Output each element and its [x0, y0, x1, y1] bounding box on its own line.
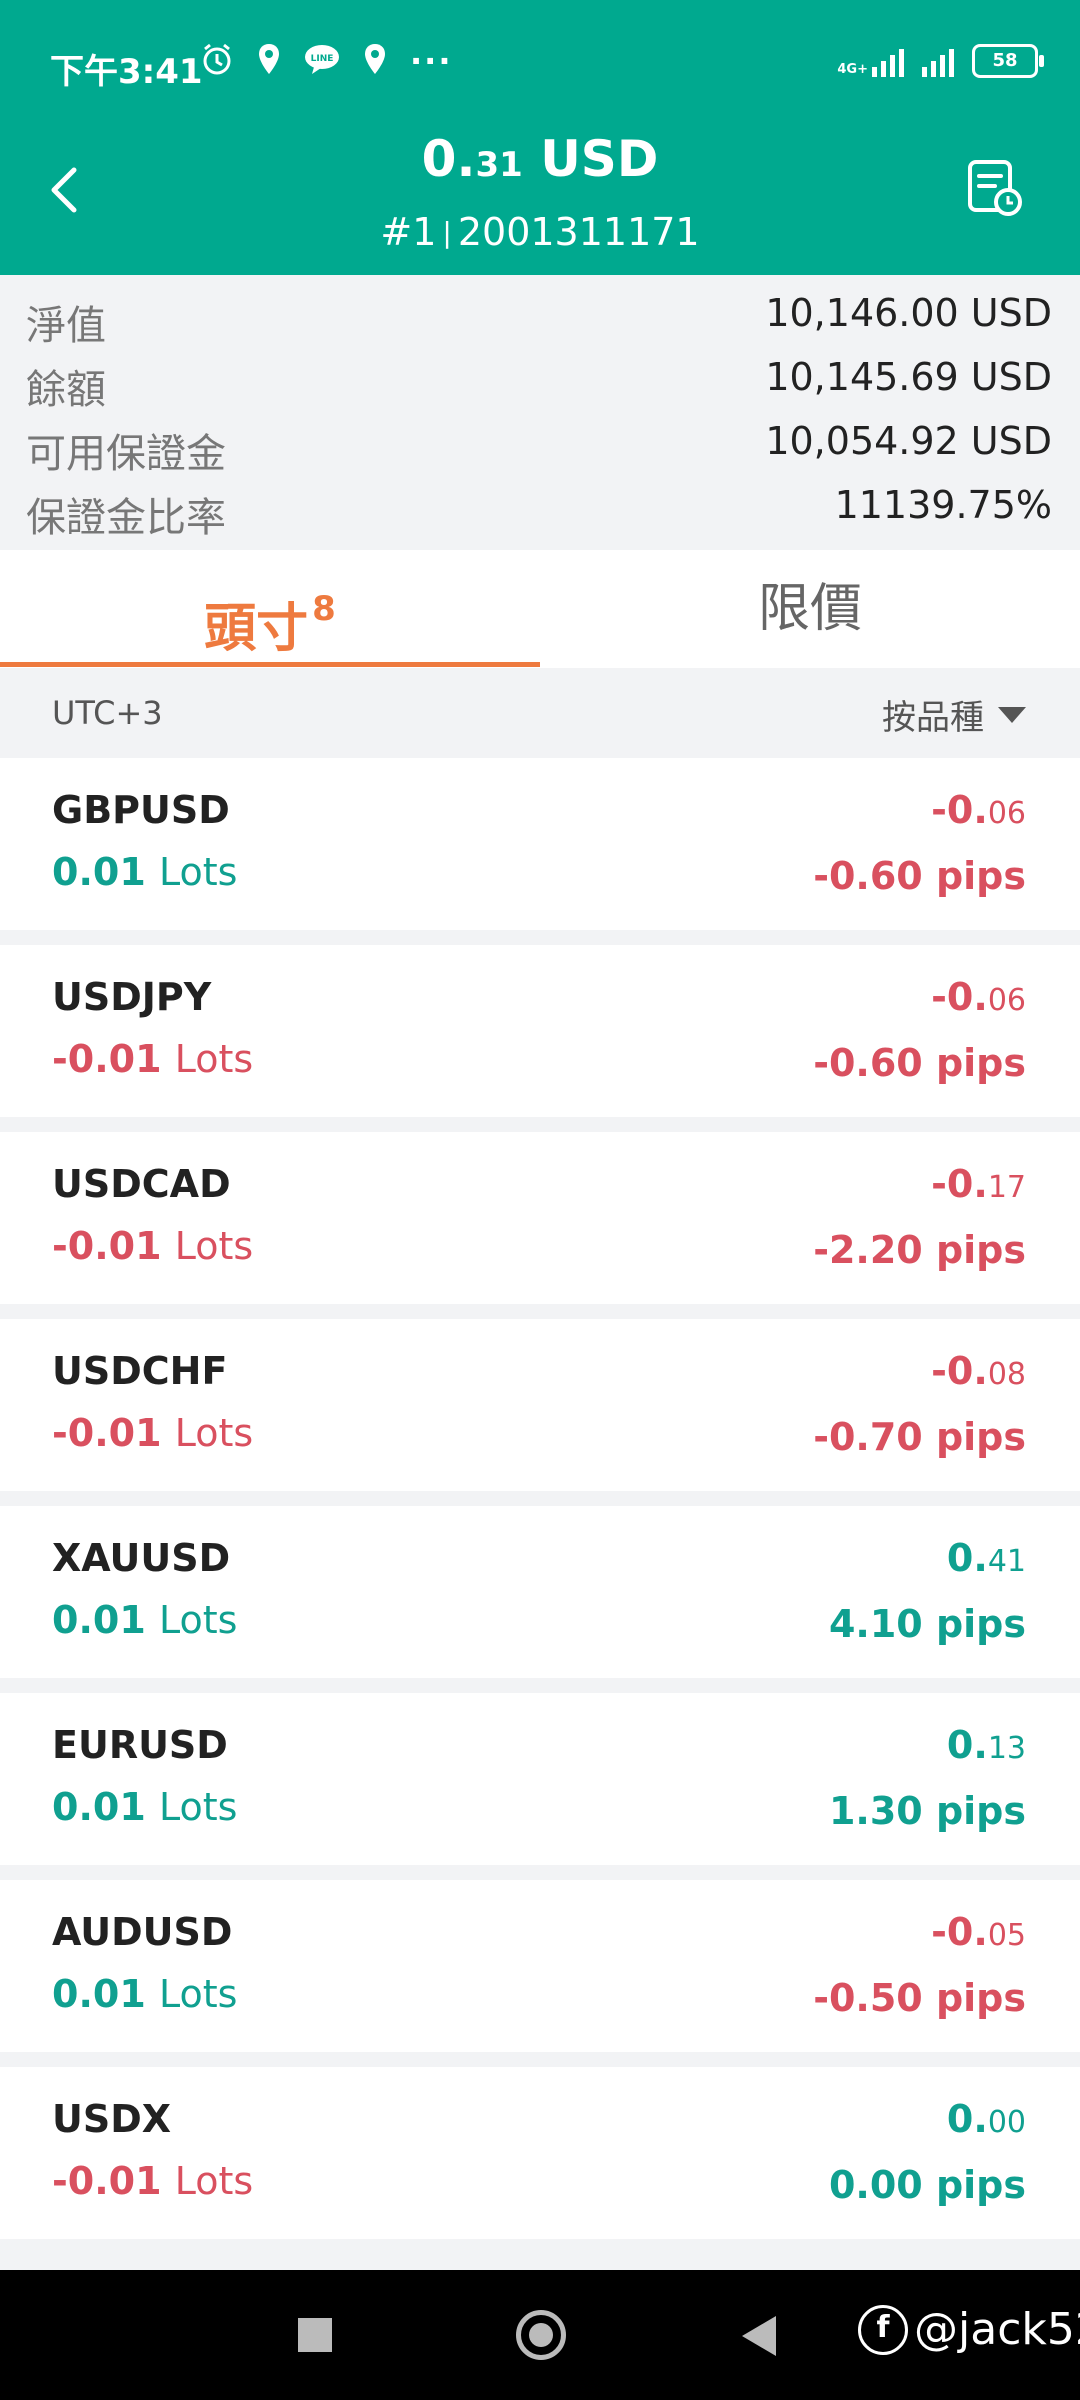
- tab-label: 限價: [757, 579, 862, 639]
- sort-dropdown[interactable]: 按品種: [882, 690, 1026, 739]
- facebook-icon: f: [858, 2304, 908, 2355]
- position-profit: 0.00: [946, 2097, 1026, 2141]
- tab-bar: 頭寸 8 限價: [0, 550, 1080, 668]
- position-lots: 0.01 Lots: [52, 1972, 238, 2016]
- position-lots: -0.01 Lots: [52, 1224, 254, 1268]
- position-row[interactable]: USDCAD -0.01 Lots -0.17 -2.20 pips: [0, 1132, 1080, 1304]
- position-lots: 0.01 Lots: [52, 850, 238, 894]
- tab-positions[interactable]: 頭寸 8: [0, 550, 540, 668]
- position-symbol: EURUSD: [52, 1723, 228, 1767]
- app-header: 下午3:41 LINE ··· 4G+ 58 0.31 USD #1 | 200…: [0, 0, 1080, 275]
- signal-icon: [872, 45, 904, 77]
- separator: |: [442, 216, 452, 249]
- timezone-label: UTC+3: [52, 694, 163, 732]
- position-pips: -0.60 pips: [813, 854, 1026, 898]
- position-symbol: USDX: [52, 2097, 172, 2141]
- notification-icons: LINE ···: [200, 42, 452, 80]
- alarm-icon: [200, 42, 234, 80]
- position-row[interactable]: USDX -0.01 Lots 0.00 0.00 pips: [0, 2067, 1080, 2239]
- status-bar: 下午3:41 LINE ··· 4G+ 58: [0, 0, 1080, 130]
- line-app-icon: LINE: [304, 43, 340, 79]
- position-row[interactable]: XAUUSD 0.01 Lots 0.41 4.10 pips: [0, 1506, 1080, 1678]
- summary-balance: 餘額 10,145.69 USD: [0, 349, 1080, 413]
- summary-label: 餘額: [26, 367, 106, 413]
- active-tab-indicator: [0, 662, 540, 667]
- position-row[interactable]: AUDUSD 0.01 Lots -0.05 -0.50 pips: [0, 1880, 1080, 2052]
- position-lots: 0.01 Lots: [52, 1598, 238, 1642]
- position-pips: -0.60 pips: [813, 1041, 1026, 1085]
- position-pips: -0.70 pips: [813, 1415, 1026, 1459]
- floating-profit: 0.31 USD: [0, 130, 1080, 188]
- location-icon-2: [362, 42, 388, 80]
- summary-equity: 淨值 10,146.00 USD: [0, 285, 1080, 349]
- position-symbol: USDJPY: [52, 975, 212, 1019]
- summary-value: 10,146.00 USD: [765, 291, 1052, 335]
- svg-text:LINE: LINE: [311, 54, 334, 64]
- summary-free-margin: 可用保證金 10,054.92 USD: [0, 413, 1080, 477]
- summary-margin-level: 保證金比率 11139.75%: [0, 477, 1080, 541]
- position-symbol: USDCAD: [52, 1162, 231, 1206]
- position-pips: 4.10 pips: [828, 1602, 1026, 1646]
- position-symbol: AUDUSD: [52, 1910, 233, 1954]
- position-lots: 0.01 Lots: [52, 1785, 238, 1829]
- position-profit: -0.08: [931, 1349, 1026, 1393]
- position-lots: -0.01 Lots: [52, 1037, 254, 1081]
- tab-label: 頭寸: [204, 599, 309, 659]
- profit-currency: USD: [540, 130, 659, 188]
- caret-down-icon: [998, 706, 1026, 723]
- tab-pending-orders[interactable]: 限價: [540, 550, 1080, 668]
- summary-value: 10,054.92 USD: [765, 419, 1052, 463]
- position-profit: 0.13: [946, 1723, 1026, 1767]
- position-profit: -0.17: [931, 1162, 1026, 1206]
- summary-value: 11139.75%: [834, 483, 1052, 527]
- position-lots: -0.01 Lots: [52, 1411, 254, 1455]
- position-row[interactable]: EURUSD 0.01 Lots 0.13 1.30 pips: [0, 1693, 1080, 1865]
- filter-bar: UTC+3 按品種: [0, 668, 1080, 758]
- account-number: #1: [380, 210, 437, 254]
- signal-icon-2: [922, 45, 954, 77]
- watermark-text: @jack521: [914, 2304, 1080, 2355]
- summary-value: 10,145.69 USD: [765, 355, 1052, 399]
- summary-label: 保證金比率: [26, 495, 226, 541]
- position-symbol: USDCHF: [52, 1349, 228, 1393]
- more-notifications-icon: ···: [410, 42, 453, 80]
- position-pips: 0.00 pips: [828, 2163, 1026, 2207]
- summary-label: 淨值: [26, 303, 106, 349]
- account-summary: 淨值 10,146.00 USD 餘額 10,145.69 USD 可用保證金 …: [0, 275, 1080, 550]
- position-profit: -0.05: [931, 1910, 1026, 1954]
- recents-button[interactable]: [298, 2318, 332, 2352]
- account-id: 2001311171: [457, 210, 700, 254]
- sort-label: 按品種: [882, 698, 984, 738]
- position-pips: 1.30 pips: [828, 1789, 1026, 1833]
- report-history-button[interactable]: [964, 158, 1024, 218]
- position-symbol: XAUUSD: [52, 1536, 231, 1580]
- system-back-button[interactable]: [742, 2316, 776, 2356]
- position-lots: -0.01 Lots: [52, 2159, 254, 2203]
- report-clock-icon: [968, 160, 1022, 216]
- network-type: 4G+: [837, 62, 868, 77]
- status-time: 下午3:41: [50, 52, 203, 92]
- position-symbol: GBPUSD: [52, 788, 230, 832]
- position-pips: -2.20 pips: [813, 1228, 1026, 1272]
- location-icon: [256, 42, 282, 80]
- account-info: #1 | 2001311171: [0, 210, 1080, 254]
- system-nav-bar: f @jack521: [0, 2270, 1080, 2400]
- position-row[interactable]: USDJPY -0.01 Lots -0.06 -0.60 pips: [0, 945, 1080, 1117]
- home-button[interactable]: [516, 2310, 566, 2360]
- profit-integer: 0.: [421, 130, 476, 188]
- summary-label: 可用保證金: [26, 431, 226, 477]
- position-row[interactable]: USDCHF -0.01 Lots -0.08 -0.70 pips: [0, 1319, 1080, 1491]
- position-row[interactable]: GBPUSD 0.01 Lots -0.06 -0.60 pips: [0, 758, 1080, 930]
- positions-count-badge: 8: [312, 589, 336, 629]
- watermark: f @jack521: [858, 2304, 1080, 2355]
- position-profit: -0.06: [931, 975, 1026, 1019]
- position-profit: -0.06: [931, 788, 1026, 832]
- battery-icon: 58: [972, 44, 1044, 78]
- position-pips: -0.50 pips: [813, 1976, 1026, 2020]
- position-profit: 0.41: [946, 1536, 1026, 1580]
- profit-decimal: 31: [475, 145, 523, 185]
- system-status: 4G+ 58: [837, 44, 1044, 78]
